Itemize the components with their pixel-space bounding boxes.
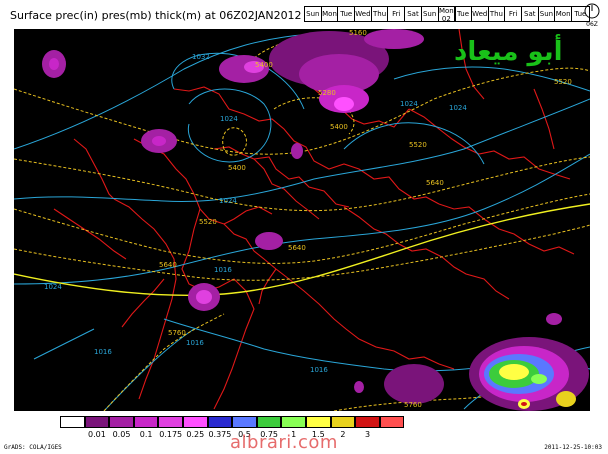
day-cell[interactable]: Sun: [422, 7, 439, 21]
isobar-label: 1016: [310, 366, 328, 374]
day-cell[interactable]: Tue: [455, 7, 472, 21]
thickness-label: 5760: [168, 329, 186, 337]
thickness-label: 5400: [255, 61, 273, 69]
day-cell[interactable]: Thu: [489, 7, 506, 21]
thickness-label: 5640: [426, 179, 444, 187]
colorbar-label: 3: [364, 430, 371, 439]
isobar-label: 1024: [400, 100, 418, 108]
colorbar-swatch: [305, 416, 331, 428]
colorbar-label: 0.05: [112, 430, 131, 439]
thickness-label: 5400: [330, 123, 348, 131]
isobar-label: 1024: [219, 197, 237, 205]
thickness-label: 5760: [404, 401, 422, 409]
colorbar-swatch: [355, 416, 380, 428]
day-cell[interactable]: Tue: [338, 7, 356, 21]
thickness-label: 5520: [409, 141, 427, 149]
colorbar-swatch: [379, 416, 405, 428]
isobar-label: 1024: [44, 283, 62, 291]
thickness-label: 5520: [199, 218, 217, 226]
colorbar-label: 0.01: [87, 430, 106, 439]
day-cell[interactable]: Fri: [388, 7, 406, 21]
isobar-labels: 1032 1024 1024 1024 1016 1016 1016 1016 …: [44, 53, 467, 374]
weather-map: 1032 1024 1024 1024 1016 1016 1016 1016 …: [14, 29, 590, 411]
precipitation-colorbar: [60, 416, 405, 428]
colorbar-swatch: [109, 416, 134, 428]
colorbar-label: 0.25: [186, 430, 205, 439]
colorbar-swatch: [232, 416, 257, 428]
forecast-hour-gauge-icon: 06Z: [584, 3, 600, 28]
thickness-label: 5640: [159, 261, 177, 269]
colorbar-label: 2: [340, 430, 346, 439]
colorbar-label: 0.175: [159, 430, 183, 439]
day-cell[interactable]: Mon: [322, 7, 339, 21]
logo-text: أبو ميعاد: [454, 37, 563, 67]
colorbar-swatch: [158, 416, 183, 428]
colorbar-label: 0.375: [208, 430, 232, 439]
colorbar-swatch: [256, 416, 282, 428]
colorbar-swatch: [281, 416, 306, 428]
isobar-label: 1016: [214, 266, 232, 274]
day-cell[interactable]: Sun: [305, 7, 322, 21]
chart-frame: Surface prec(in) pres(mb) thick(m) at 06…: [0, 0, 608, 454]
day-cell[interactable]: Sat: [522, 7, 539, 21]
isobar-label: 1024: [220, 115, 238, 123]
watermark: albrari.com: [230, 432, 338, 453]
software-credit: GrADS: COLA/IGES: [4, 444, 62, 451]
map-layer: 1032 1024 1024 1024 1016 1016 1016 1016 …: [14, 29, 590, 411]
thickness-label: 5520: [554, 78, 572, 86]
day-cell[interactable]: Wed: [355, 7, 372, 21]
isobar-label: 1024: [449, 104, 467, 112]
map-title: Surface prec(in) pres(mb) thick(m) at 06…: [10, 9, 302, 22]
thickness-label: 5280: [318, 89, 336, 97]
thickness-label: 5160: [349, 29, 367, 37]
colorbar-label: 0.1: [139, 430, 153, 439]
day-cell[interactable]: Wed: [472, 7, 489, 21]
run-timestamp: 2011-12-25-10:03: [544, 444, 602, 451]
colorbar-swatch: [207, 416, 233, 428]
colorbar-swatch: [330, 416, 356, 428]
isobar-label: 1032: [192, 53, 210, 61]
day-cell[interactable]: Fri: [505, 7, 522, 21]
colorbar-swatch: [133, 416, 159, 428]
thickness-label: 5640: [288, 244, 306, 252]
day-selector: Sun Mon Tue Wed Thu Fri Sat Sun Mon 02 Tue Wed Thu F…: [304, 6, 590, 23]
day-cell[interactable]: Sun: [539, 7, 556, 21]
gauge-label: 06Z: [586, 21, 598, 28]
thickness-label: 5400: [228, 164, 246, 172]
colorbar-swatch: [182, 416, 208, 428]
isobar-label: 1016: [186, 339, 204, 347]
isobar-label: 1016: [94, 348, 112, 356]
day-cell[interactable]: Mon: [555, 7, 572, 21]
day-cell[interactable]: Sat: [405, 7, 422, 21]
colorbar-swatch: [60, 416, 85, 428]
colorbar-swatch: [84, 416, 110, 428]
day-cell[interactable]: Thu: [372, 7, 389, 21]
day-cell[interactable]: Mon 02: [437, 6, 457, 23]
